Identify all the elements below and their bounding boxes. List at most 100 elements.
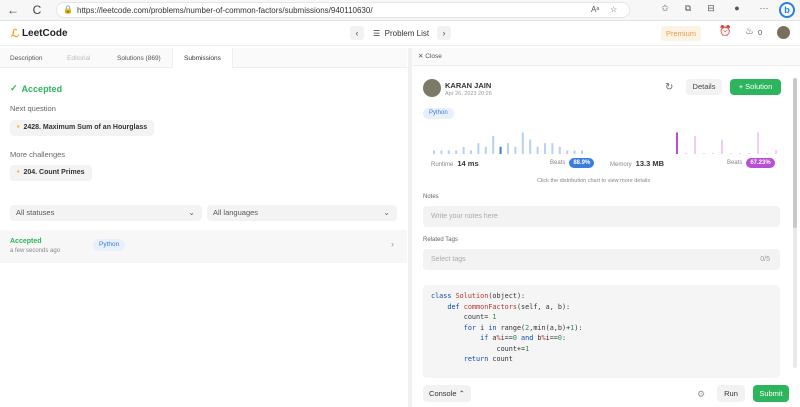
solution-button[interactable]: + Solution: [730, 79, 781, 95]
address-bar[interactable]: 🔒 https://leetcode.com/problems/number-o…: [56, 2, 630, 18]
tab-submissions[interactable]: Submissions: [172, 48, 233, 68]
next-problem-button[interactable]: ›: [437, 26, 451, 40]
timer-icon[interactable]: ⏰: [719, 26, 731, 37]
run-button[interactable]: Run: [717, 385, 745, 402]
accepted-status: ✓ Accepted: [10, 83, 63, 94]
chevron-down-icon: ⌄: [383, 208, 390, 217]
chevron-right-icon: ›: [391, 239, 394, 249]
close-button[interactable]: ✕ Close: [418, 52, 442, 60]
problem-list-button[interactable]: ☰ Problem List: [373, 29, 429, 38]
back-icon[interactable]: ←: [6, 3, 20, 17]
histogram-bar: [477, 143, 480, 154]
histogram-bar: [492, 136, 495, 154]
lock-icon: 🔒: [63, 5, 73, 14]
bullet-icon: •: [17, 124, 20, 131]
collections-icon[interactable]: ⧉: [681, 3, 695, 14]
histogram-bar: [748, 153, 750, 154]
memory-value: 13.3 MB: [635, 159, 665, 168]
leetcode-logo-icon: ℒ: [11, 28, 19, 40]
histogram-bar: [499, 146, 502, 154]
histogram-bar: [712, 153, 714, 154]
histogram-bar: [573, 150, 576, 154]
debug-icon[interactable]: ⚙: [697, 389, 705, 400]
refresh-icon[interactable]: C: [30, 3, 44, 17]
language-filter-select[interactable]: All languages ⌄: [207, 205, 397, 221]
more-icon[interactable]: ···: [757, 3, 771, 13]
histogram-bar: [703, 153, 705, 154]
histogram-bar: [470, 150, 472, 154]
profile-icon[interactable]: ●: [730, 3, 744, 13]
histogram-bar: [440, 150, 443, 154]
histogram-bar: [685, 153, 687, 154]
notes-label: Notes: [423, 194, 439, 200]
runtime-beats-pill: 88.9%: [569, 158, 595, 168]
histogram-bar: [514, 146, 517, 154]
histogram-bar: [551, 143, 554, 154]
memory-beats: Beats 67.23%: [727, 158, 775, 168]
next-question-label: Next question: [10, 104, 56, 113]
url-text: https://leetcode.com/problems/number-of-…: [77, 6, 373, 15]
close-bar: ✕ Close: [412, 48, 800, 66]
prev-problem-button[interactable]: ‹: [350, 26, 364, 40]
chevron-down-icon: ⌄: [188, 208, 195, 217]
refresh-icon[interactable]: ↻: [665, 82, 673, 93]
status-filter-select[interactable]: All statuses ⌄: [10, 205, 202, 221]
notes-input[interactable]: Write your notes here: [423, 206, 780, 227]
submission-language-badge: Python: [93, 239, 126, 251]
histogram-bar: [757, 132, 759, 154]
more-challenge-link[interactable]: • 204. Count Primes: [10, 165, 92, 181]
histogram-bar: [581, 150, 583, 154]
histogram-bar: [766, 153, 768, 154]
user-avatar[interactable]: [423, 79, 441, 97]
tab-description[interactable]: Description: [10, 55, 43, 62]
memory-distribution[interactable]: [676, 132, 777, 154]
submission-detail-panel: ✕ Close KARAN JAIN Apr 26, 2023 20:26 ↻ …: [412, 48, 800, 407]
code-block: class Solution(object): def commonFactor…: [423, 285, 780, 378]
browser-toolbar: ← C 🔒 https://leetcode.com/problems/numb…: [0, 0, 800, 21]
console-button[interactable]: Console ⌃: [423, 385, 471, 402]
histogram-bar: [721, 139, 723, 154]
runtime-beats: Beats 88.9%: [550, 158, 595, 168]
histogram-bar: [544, 143, 546, 154]
user-avatar[interactable]: [777, 26, 790, 39]
tab-solutions[interactable]: Solutions (869): [117, 55, 161, 62]
scrollbar[interactable]: [793, 78, 797, 368]
histogram-bar: [566, 150, 569, 154]
favorites-icon[interactable]: ✩: [658, 3, 672, 14]
more-challenges-label: More challenges: [10, 150, 66, 159]
streak-icon[interactable]: ♨: [745, 26, 754, 37]
premium-button[interactable]: Premium: [661, 26, 701, 41]
streak-count: 0: [758, 28, 763, 37]
histogram-bar: [558, 146, 561, 154]
submit-button[interactable]: Submit: [753, 385, 789, 402]
details-button[interactable]: Details: [686, 79, 722, 95]
histogram-bar: [775, 150, 777, 154]
histogram-bar: [536, 146, 539, 154]
runtime-distribution[interactable]: [433, 132, 583, 154]
favorite-icon[interactable]: ☆: [610, 5, 617, 14]
histogram-bar: [433, 150, 435, 154]
read-aloud-icon[interactable]: Aᵃ: [591, 5, 599, 14]
next-question-link[interactable]: • 2428. Maximum Sum of an Hourglass: [10, 120, 155, 136]
language-badge: Python: [423, 108, 454, 119]
histogram-bar: [529, 139, 532, 154]
memory-metric: Memory 13.3 MB: [610, 159, 665, 168]
distribution-chart[interactable]: [423, 128, 783, 156]
problem-tabs: Description Editorial Solutions (869) Su…: [0, 48, 407, 68]
related-tags-label: Related Tags: [423, 237, 458, 243]
leetcode-logo[interactable]: ℒ LeetCode: [11, 27, 68, 40]
histogram-bar: [447, 150, 450, 154]
histogram-bar: [484, 146, 487, 154]
user-name[interactable]: KARAN JAIN: [445, 81, 491, 90]
scrollbar-thumb[interactable]: [793, 78, 797, 228]
histogram-bar: [462, 146, 465, 154]
bing-icon[interactable]: b: [779, 2, 795, 18]
tags-select[interactable]: Select tags 0/5: [423, 249, 780, 270]
tags-count: 0/5: [760, 256, 770, 263]
tab-editorial[interactable]: Editorial: [67, 55, 90, 62]
extension-icon[interactable]: ⊟: [704, 3, 718, 14]
check-circle-icon: ✓: [10, 83, 18, 93]
submission-row[interactable]: Accepted a few seconds ago Python ›: [0, 230, 407, 263]
memory-beats-pill: 67.23%: [746, 158, 775, 168]
histogram-bar: [676, 132, 678, 154]
